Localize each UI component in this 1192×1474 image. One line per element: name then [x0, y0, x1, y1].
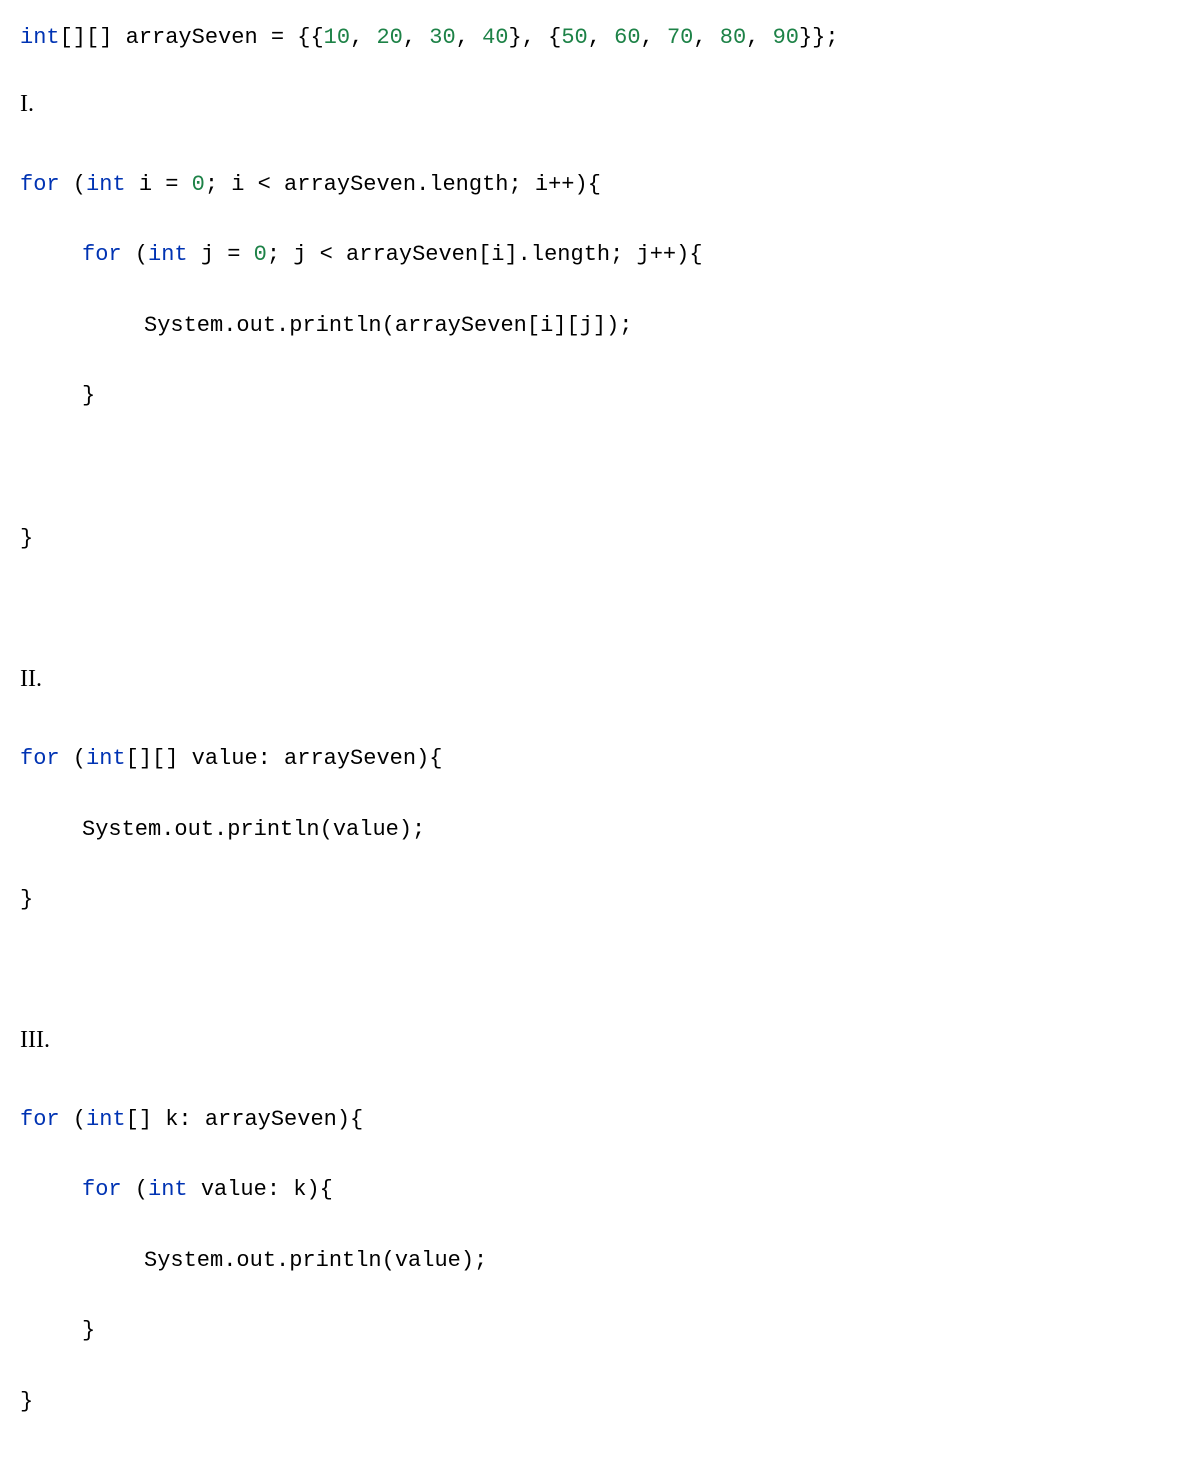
label-iii: III. — [20, 1021, 1172, 1059]
block-iii-line2: for (int value: k){ — [20, 1172, 1172, 1207]
block-ii: for (int[][] value: arraySeven){ System.… — [20, 706, 1172, 952]
label-i: I. — [20, 85, 1172, 123]
block-i-line1: for (int i = 0; i < arraySeven.length; i… — [20, 167, 1172, 202]
brackets: [][] — [60, 25, 126, 50]
num-20: 20 — [376, 25, 402, 50]
block-iii: for (int[] k: arraySeven){ for (int valu… — [20, 1067, 1172, 1454]
block-iii-line3: System.out.println(value); — [20, 1243, 1172, 1278]
block-iii-line1: for (int[] k: arraySeven){ — [20, 1102, 1172, 1137]
num-10: 10 — [324, 25, 350, 50]
num-90: 90 — [773, 25, 799, 50]
keyword-int: int — [20, 25, 60, 50]
block-i-line5: } — [20, 521, 1172, 556]
var-assign: arraySeven = {{ — [126, 25, 324, 50]
label-ii: II. — [20, 660, 1172, 698]
block-ii-line1: for (int[][] value: arraySeven){ — [20, 741, 1172, 776]
num-30: 30 — [429, 25, 455, 50]
block-ii-line3: } — [20, 882, 1172, 917]
block-i-line4: } — [20, 378, 1172, 413]
num-80: 80 — [720, 25, 746, 50]
num-70: 70 — [667, 25, 693, 50]
blank-line — [20, 953, 1172, 991]
block-ii-line2: System.out.println(value); — [20, 812, 1172, 847]
num-60: 60 — [614, 25, 640, 50]
block-i-line3: System.out.println(arraySeven[i][j]); — [20, 308, 1172, 343]
block-iii-line5: } — [20, 1384, 1172, 1419]
blank-line — [20, 592, 1172, 630]
num-50: 50 — [561, 25, 587, 50]
num-40: 40 — [482, 25, 508, 50]
blank-line — [20, 448, 1172, 486]
block-i-line2: for (int j = 0; j < arraySeven[i].length… — [20, 237, 1172, 272]
declaration-line: int[][] arraySeven = {{10, 20, 30, 40}, … — [20, 20, 1172, 55]
block-iii-line4: } — [20, 1313, 1172, 1348]
block-i: for (int i = 0; i < arraySeven.length; i… — [20, 132, 1172, 592]
